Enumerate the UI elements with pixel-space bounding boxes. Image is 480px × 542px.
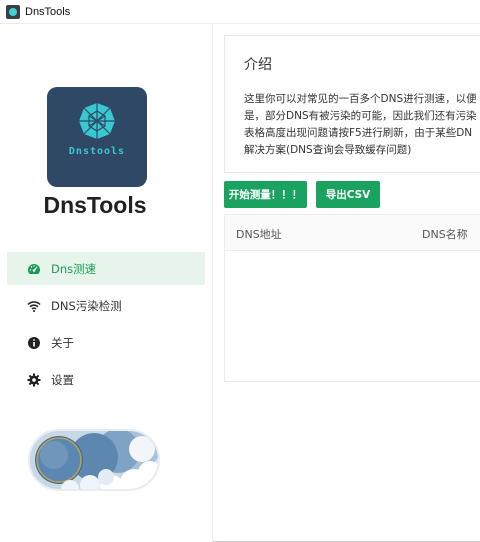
intro-line: 表格高度出现问题请按F5进行刷新，由于某些DN [244,127,473,139]
logo-text: Dnstools [68,146,126,157]
info-icon [27,336,41,350]
globe-logo-icon [79,103,115,139]
table-header: DNS地址 DNS名称 [225,215,480,251]
column-header-dns-address[interactable]: DNS地址 [236,226,282,242]
window-title: DnsTools [25,5,71,18]
intro-text: 这里你可以对常见的一百多个DNS进行测速，以便 是，部分DNS有被污染的可能，因… [244,91,480,159]
intro-line: 解决方案(DNS查询会导致缓存问题) [244,144,412,156]
nav-item-dns-pollution[interactable]: DNS污染检测 [7,289,205,322]
intro-card: 介绍 这里你可以对常见的一百多个DNS进行测速，以便 是，部分DNS有被污染的可… [224,35,480,173]
nav-label: 关于 [51,335,74,350]
brand-name: DnsTools [43,192,147,218]
gear-icon [27,373,41,387]
export-csv-button[interactable]: 导出CSV [316,181,380,208]
title-bar: DnsTools [0,0,480,24]
nav-label: DNS污染检测 [51,298,122,313]
nav-item-settings[interactable]: 设置 [7,363,205,396]
dns-results-table: DNS地址 DNS名称 [224,214,480,382]
sidebar-nav: Dns测速 DNS污染检测 关于 设置 [7,252,205,400]
nav-item-dns-speed[interactable]: Dns测速 [7,252,205,285]
nav-label: 设置 [51,372,74,387]
wifi-icon [27,299,41,313]
nav-label: Dns测速 [51,261,97,276]
sidebar: Dnstools DnsTools Dns测速 DNS污染检测 关于 设置 [0,24,213,542]
app-logo: Dnstools [47,87,147,187]
speedometer-icon [27,262,41,276]
intro-line: 是，部分DNS有被污染的可能，因此我们还有污染 [244,110,477,122]
app-icon [6,4,20,19]
nav-item-about[interactable]: 关于 [7,326,205,359]
start-test-button[interactable]: 开始测量！！！ [224,181,307,208]
intro-line: 这里你可以对常见的一百多个DNS进行测速，以便 [244,93,477,105]
intro-title: 介绍 [244,57,272,73]
column-header-dns-name[interactable]: DNS名称 [422,226,468,242]
theme-toggle[interactable] [28,429,160,491]
